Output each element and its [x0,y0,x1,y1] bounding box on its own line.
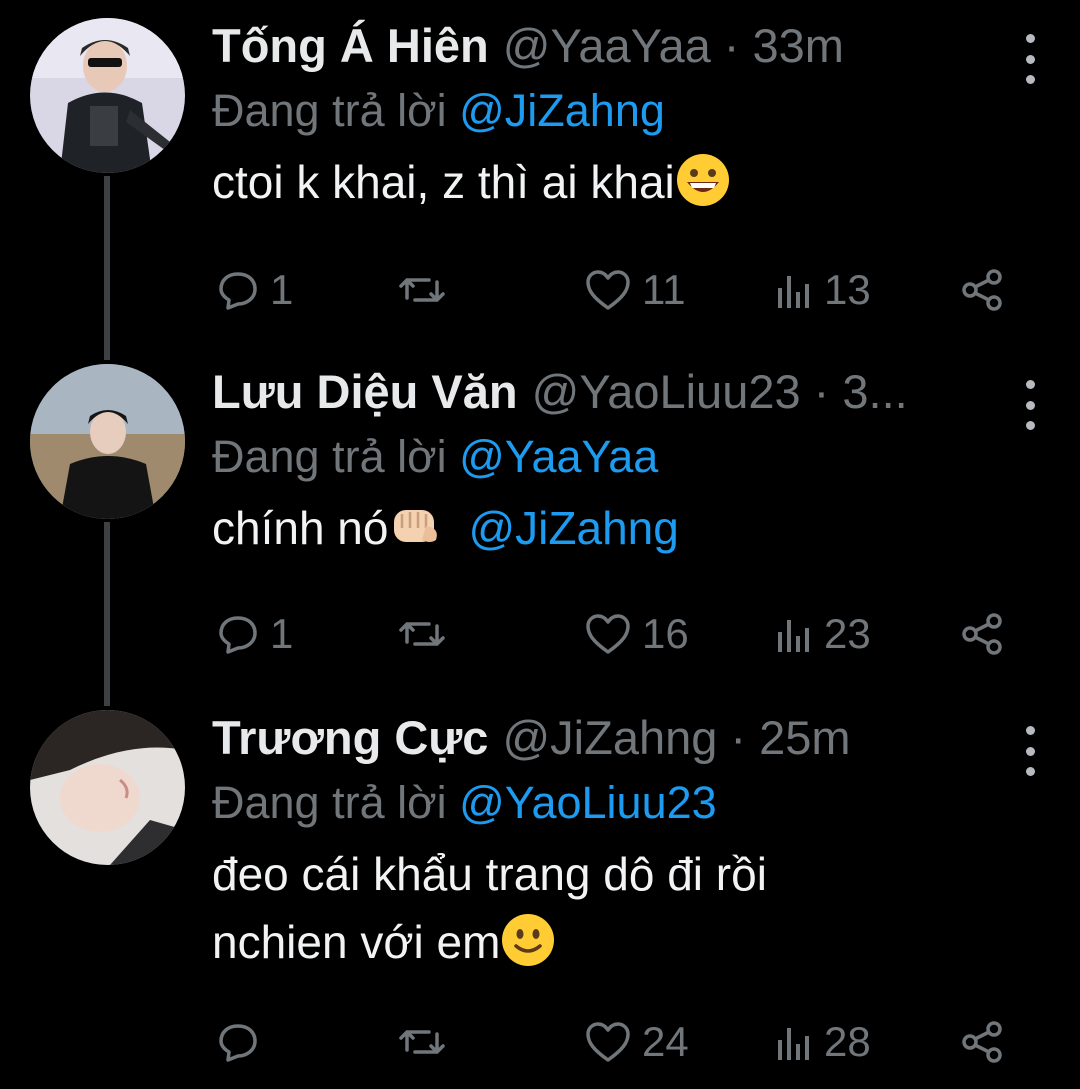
reply-count: 1 [270,610,294,657]
avatar[interactable] [30,364,185,519]
heart-icon [586,270,630,310]
views-count: 13 [824,266,871,313]
tweet[interactable]: Tống Á Hiên @YaaYaa · 33m Đang trả lời @… [0,0,1080,345]
tweet-text: ctoi k khai, z thì ai khai [212,148,1010,216]
avatar[interactable] [30,18,185,173]
reply-thread: Tống Á Hiên @YaaYaa · 33m Đang trả lời @… [0,0,1080,1089]
author-name[interactable]: Tống Á Hiên [212,18,489,73]
author-meta: @YaoLiuu23 · 3... [532,364,908,419]
tweet-actions: 1 11 13 [212,262,1012,318]
replying-to-mention[interactable]: @YaoLiuu23 [459,777,717,828]
replying-to-label: Đang trả lời [212,431,460,482]
replying-to: Đang trả lời @JiZahng [212,82,1010,140]
share-button[interactable] [960,1014,1004,1070]
tweet-text-body: ctoi k khai, z thì ai khai [212,156,675,208]
reply-button[interactable] [216,1014,270,1070]
like-count: 16 [642,610,689,657]
retweet-button[interactable] [397,1014,457,1070]
views-button[interactable]: 13 [774,262,871,318]
views-icon [778,620,809,652]
slightly-smiling-face-emoji-icon [502,914,555,966]
author-meta: @JiZahng · 25m [502,710,850,765]
share-icon [962,269,1002,311]
replying-to-label: Đang trả lời [212,777,460,828]
reply-icon [219,272,257,310]
tweet-content: Tống Á Hiên @YaaYaa · 33m Đang trả lời @… [212,18,1010,216]
reply-icon [219,1024,257,1062]
fist-emoji-icon [394,510,438,542]
tweet-header: Trương Cực @JiZahng · 25m [212,710,1010,774]
tweet-header: Tống Á Hiên @YaaYaa · 33m [212,18,1010,82]
reply-button[interactable]: 1 [216,606,293,662]
reply-icon [219,616,257,654]
like-count: 24 [642,1018,689,1065]
retweet-icon [399,1030,445,1054]
timestamp: · 33m [710,19,844,72]
views-button[interactable]: 28 [774,1014,871,1070]
timestamp: · 3... [800,365,908,418]
timestamp: · 25m [717,711,851,764]
views-icon [778,1028,809,1060]
tweet-header: Lưu Diệu Văn @YaoLiuu23 · 3... [212,364,1010,428]
tweet-content: Trương Cực @JiZahng · 25m Đang trả lời @… [212,710,1010,976]
tweet[interactable]: Lưu Diệu Văn @YaoLiuu23 · 3... Đang trả … [0,346,1080,691]
views-button[interactable]: 23 [774,606,871,662]
like-button[interactable]: 24 [584,1014,689,1070]
tweet-actions: 1 16 23 [212,606,1012,662]
views-icon [778,276,809,308]
tweet-actions: 24 28 [212,1014,1012,1070]
tweet-content: Lưu Diệu Văn @YaoLiuu23 · 3... Đang trả … [212,364,1010,562]
replying-to-mention[interactable]: @JiZahng [459,85,665,136]
share-button[interactable] [960,606,1004,662]
share-icon [962,1021,1002,1063]
retweet-icon [399,622,445,646]
retweet-icon [399,278,445,302]
tweet-text: đeo cái khẩu trang dô đi rồi nchien với … [212,840,1010,976]
grinning-face-emoji-icon [676,154,729,206]
more-icon[interactable] [1018,380,1042,430]
views-count: 23 [824,610,871,657]
tweet[interactable]: Trương Cực @JiZahng · 25m Đang trả lời @… [0,692,1080,1089]
heart-icon [586,614,630,654]
like-count: 11 [642,266,686,313]
author-name[interactable]: Lưu Diệu Văn [212,364,518,419]
author-handle[interactable]: @JiZahng [502,711,717,764]
retweet-button[interactable] [397,606,457,662]
author-meta: @YaaYaa · 33m [503,18,844,73]
tweet-text-body: chính nó [212,502,389,554]
author-handle[interactable]: @YaaYaa [503,19,711,72]
like-button[interactable]: 16 [584,606,689,662]
author-name[interactable]: Trương Cực [212,710,488,765]
avatar[interactable] [30,710,185,865]
tweet-text-line-2: nchien với em [212,908,1010,976]
share-button[interactable] [960,262,1004,318]
replying-to: Đang trả lời @YaoLiuu23 [212,774,1010,832]
reply-count: 1 [270,266,294,313]
share-icon [962,613,1002,655]
tweet-text-body: nchien với em [212,916,501,968]
more-icon[interactable] [1018,34,1042,84]
tweet-text: chính nó @JiZahng [212,494,1010,562]
replying-to-mention[interactable]: @YaaYaa [459,431,658,482]
retweet-button[interactable] [397,262,457,318]
like-button[interactable]: 11 [584,262,686,318]
replying-to: Đang trả lời @YaaYaa [212,428,1010,486]
reply-button[interactable]: 1 [216,262,293,318]
author-handle[interactable]: @YaoLiuu23 [532,365,801,418]
replying-to-label: Đang trả lời [212,85,460,136]
heart-icon [586,1022,630,1062]
more-icon[interactable] [1018,726,1042,776]
tweet-text-line: đeo cái khẩu trang dô đi rồi [212,848,767,900]
views-count: 28 [824,1018,871,1065]
tweet-mention[interactable]: @JiZahng [468,502,678,554]
